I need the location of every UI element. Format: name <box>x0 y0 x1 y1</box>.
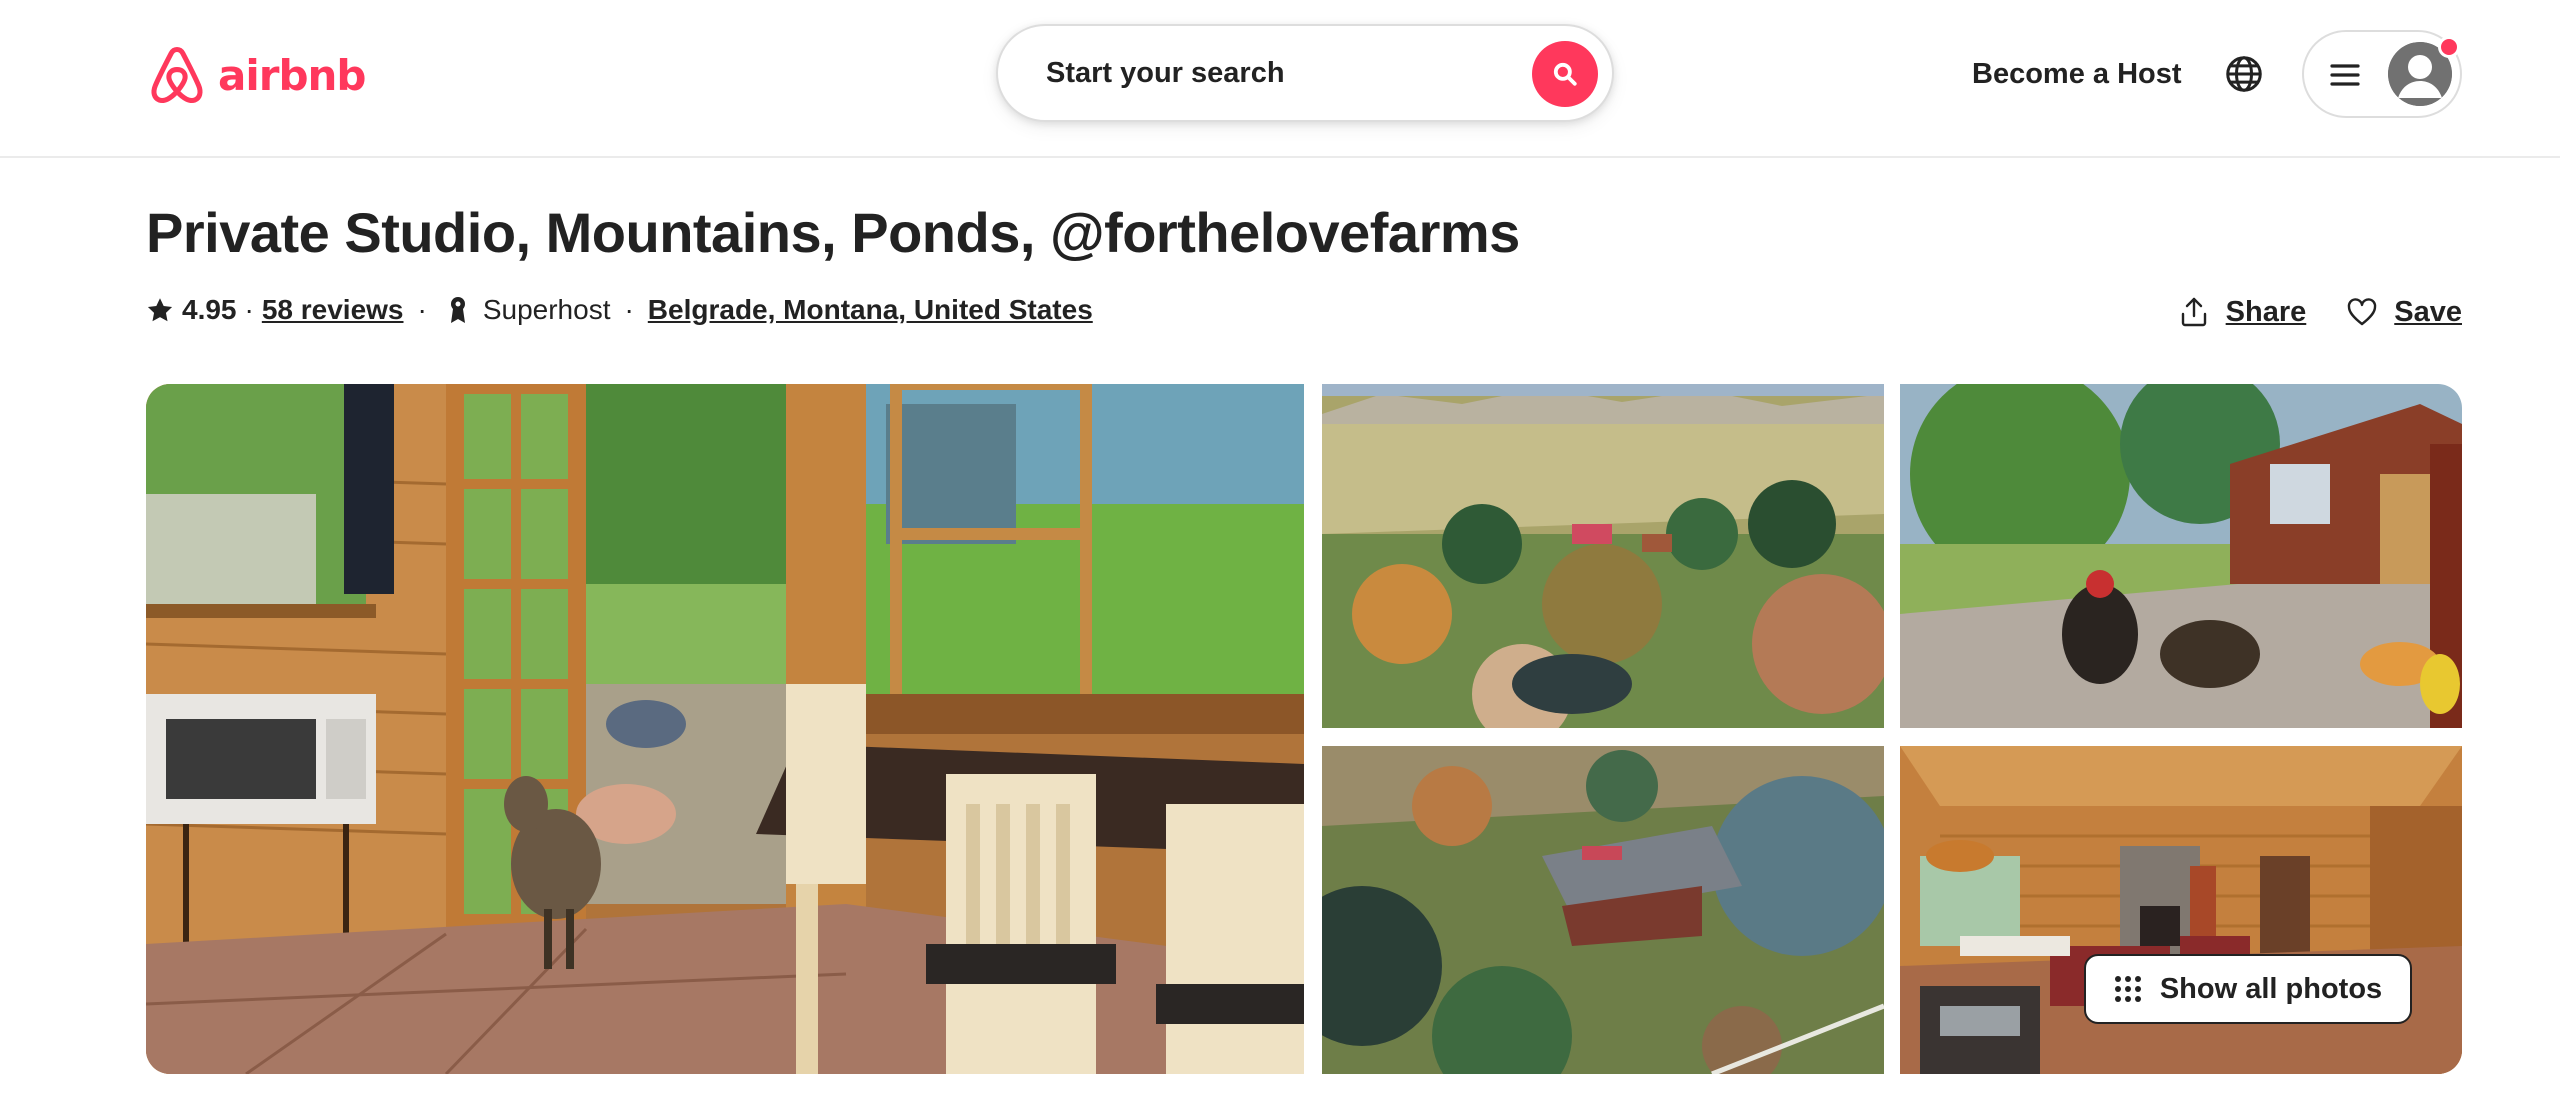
photo-aerial-meadow[interactable] <box>1322 384 1884 728</box>
top-nav: airbnb Start your search Become a Host <box>0 0 2560 158</box>
rating-separator: · <box>244 294 254 325</box>
search-icon <box>1553 62 1577 86</box>
logo-wordmark: airbnb <box>218 50 366 100</box>
photo-living-room[interactable] <box>1900 746 2462 1074</box>
grid-dots-icon <box>2114 976 2141 1002</box>
superhost-medal-icon <box>450 297 465 323</box>
photo-main-image <box>146 384 1304 1074</box>
heart-icon <box>2348 298 2377 326</box>
reviews-link[interactable]: 58 reviews <box>262 294 404 326</box>
superhost-label: Superhost <box>482 294 611 325</box>
search-button[interactable] <box>1532 41 1598 107</box>
share-label: Share <box>2225 295 2307 328</box>
photo-main[interactable] <box>146 384 1304 1074</box>
show-all-photos-label: Show all photos <box>2159 972 2383 1005</box>
meta-dot: · <box>417 294 427 325</box>
photo-living-room-image <box>1900 746 2462 1074</box>
globe-icon[interactable] <box>2224 54 2264 94</box>
share-button[interactable]: Share <box>2178 295 2307 329</box>
photo-aerial-house[interactable] <box>1322 746 1884 1074</box>
become-host-link[interactable]: Become a Host <box>1972 48 2182 100</box>
save-button[interactable]: Save <box>2346 296 2462 329</box>
listing-meta: 4.95 · 58 reviews · Superhost · Belgrade… <box>146 290 1093 330</box>
show-all-photos-button[interactable]: Show all photos <box>2084 954 2412 1024</box>
hamburger-icon <box>2330 64 2360 86</box>
search-placeholder: Start your search <box>1046 57 1285 89</box>
listing-title: Private Studio, Mountains, Ponds, @forth… <box>146 201 1520 264</box>
meta-dot: · <box>624 294 634 325</box>
photo-aerial-meadow-image <box>1322 384 1884 728</box>
search-bar[interactable]: Start your search <box>996 24 1614 122</box>
notification-dot <box>2438 36 2460 58</box>
star-icon <box>147 298 173 322</box>
airbnb-logo-icon <box>151 47 203 103</box>
airbnb-logo[interactable]: airbnb <box>146 40 366 110</box>
photo-turkeys-patio[interactable] <box>1900 384 2462 728</box>
listing-actions: Share Save <box>2138 290 2462 334</box>
user-menu-button[interactable] <box>2302 30 2462 118</box>
photo-turkeys-patio-image <box>1900 384 2462 728</box>
photo-aerial-house-image <box>1322 746 1884 1074</box>
share-icon <box>2181 297 2206 327</box>
location-link[interactable]: Belgrade, Montana, United States <box>648 294 1093 326</box>
save-label: Save <box>2394 295 2462 328</box>
rating-value: 4.95 <box>182 294 237 325</box>
